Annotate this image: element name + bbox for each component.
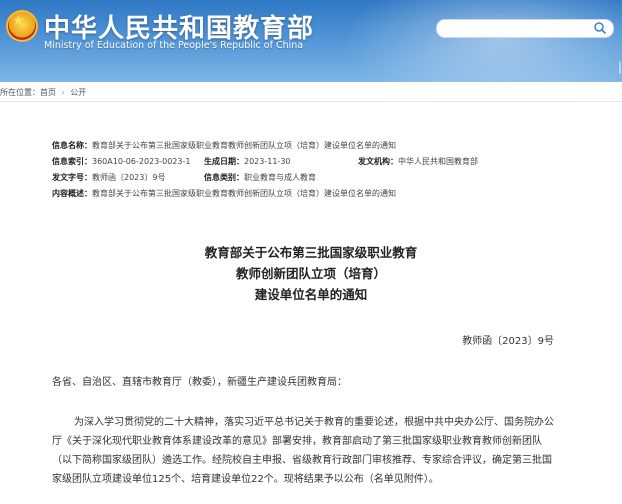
breadcrumb: 所在位置：首页 › 公开 [0,87,89,98]
info-docno-value: 教师函〔2023〕9号 [92,173,166,182]
document-number: 教师函〔2023〕9号 [462,336,554,347]
info-row-org: 发文机构：中华人民共和国教育部 [358,156,478,167]
info-row-category: 信息类别：职业教育与成人教育 [204,172,316,183]
header-glow [342,0,622,82]
breadcrumb-separator: › [61,88,65,97]
info-category-value: 职业教育与成人教育 [244,173,316,182]
info-summary-value: 教育部关于公布第三批国家级职业教育教师创新团队立项（培育）建设单位名单的通知 [92,189,396,198]
paragraph-line-4: 家级团队立项建设单位125个、培育建设单位22个。现将结果予以公布（名单见附件）… [52,474,439,485]
paragraph-line-3: （以下简称国家级团队）遴选工作。经院校自主申报、省级教育行政部门审核推荐、专家综… [52,455,552,466]
info-index-value: 360A10-06-2023-0023-1 [92,157,191,166]
info-org-value: 中华人民共和国教育部 [398,157,478,166]
info-row-summary: 内容概述：教育部关于公布第三批国家级职业教育教师创新团队立项（培育）建设单位名单… [52,188,396,199]
info-date-label: 生成日期： [204,157,244,166]
info-row-index: 信息索引：360A10-06-2023-0023-1 [52,156,190,167]
info-row-name: 信息名称：教育部关于公布第三批国家级职业教育教师创新团队立项（培育）建设单位名单… [52,140,396,151]
info-name-label: 信息名称： [52,141,92,150]
paragraph-line-1: 为深入学习贯彻党的二十大精神，落实习近平总书记关于教育的重要论述，根据中共中央办… [74,417,554,428]
info-name-value: 教育部关于公布第三批国家级职业教育教师创新团队立项（培育）建设单位名单的通知 [92,141,396,150]
header-edge-mark: | [617,60,622,74]
breadcrumb-home[interactable]: 所在位置：首页 [0,88,56,97]
info-date-value: 2023-11-30 [244,157,291,166]
breadcrumb-divider [0,101,622,102]
info-org-label: 发文机构： [358,157,398,166]
search-icon[interactable] [593,21,607,35]
info-docno-label: 发文字号： [52,173,92,182]
info-summary-label: 内容概述： [52,189,92,198]
info-index-label: 信息索引： [52,157,92,166]
paragraph-line-2: 厅《关于深化现代职业教育体系建设改革的意见》部署安排，教育部启动了第三批国家级职… [52,436,542,447]
emblem-star-icon: ★ [12,13,25,29]
info-row-date: 生成日期：2023-11-30 [204,156,291,167]
site-header: ★ 中华人民共和国教育部 Ministry of Education of th… [0,0,622,82]
document-title-line-2: 教师创新团队立项（培育） [235,266,386,281]
document-title-line-3: 建设单位名单的通知 [254,287,368,302]
search-input[interactable] [436,19,614,38]
breadcrumb-public[interactable]: 公开 [70,88,86,97]
document-salutation: 各省、自治区、直辖市教育厅（教委），新疆生产建设兵团教育局： [52,377,347,388]
site-subtitle: Ministry of Education of the People's Re… [44,40,304,51]
info-row-docno: 发文字号：教师函〔2023〕9号 [52,172,165,183]
info-category-label: 信息类别： [204,173,244,182]
document-title-line-1: 教育部关于公布第三批国家级职业教育 [204,245,418,260]
